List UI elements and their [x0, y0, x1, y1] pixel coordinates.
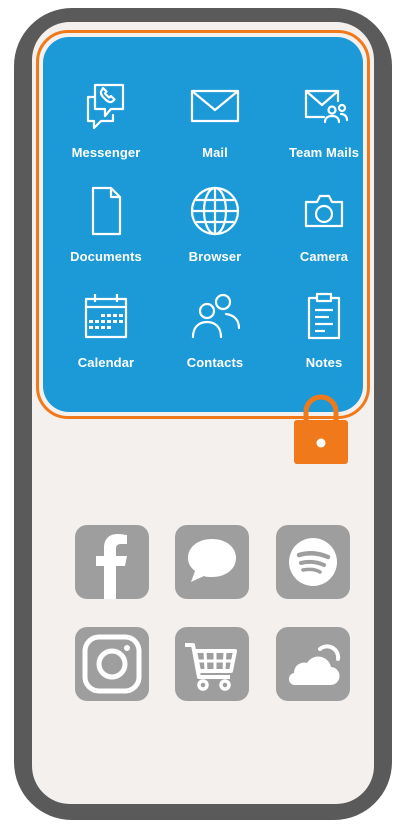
cloud-icon — [288, 644, 341, 686]
document-icon — [91, 186, 122, 236]
app-messenger[interactable]: Messenger — [54, 77, 158, 173]
chat-bubble-icon — [188, 539, 236, 582]
secure-container: Messenger Mail Team Mails Documents Brow… — [43, 37, 363, 412]
app-label-browser: Browser — [188, 249, 242, 264]
calendar-icon — [84, 294, 128, 339]
phone-screen: Messenger Mail Team Mails Documents Brow… — [32, 22, 374, 804]
mail-icon — [190, 89, 240, 123]
app-calendar[interactable]: Calendar — [54, 287, 158, 383]
contacts-icon — [191, 293, 241, 339]
instagram-icon — [82, 634, 142, 694]
shopping-cart-icon — [185, 643, 237, 691]
app-spotify[interactable] — [276, 525, 350, 599]
phone-frame: Messenger Mail Team Mails Documents Brow… — [14, 8, 392, 820]
facebook-icon — [96, 534, 127, 599]
secure-container-border: Messenger Mail Team Mails Documents Brow… — [36, 30, 370, 419]
app-cloud[interactable] — [276, 627, 350, 701]
app-facebook[interactable] — [75, 525, 149, 599]
app-contacts[interactable]: Contacts — [163, 287, 267, 383]
app-messages[interactable] — [175, 525, 249, 599]
app-label-notes: Notes — [305, 355, 343, 370]
camera-icon — [304, 194, 344, 228]
app-instagram[interactable] — [75, 627, 149, 701]
app-documents[interactable]: Documents — [54, 181, 158, 277]
app-team-mails[interactable]: Team Mails — [272, 77, 376, 173]
app-label-documents: Documents — [70, 249, 142, 264]
messenger-icon — [86, 83, 125, 130]
clipboard-icon — [307, 292, 341, 340]
app-label-camera: Camera — [299, 249, 349, 264]
app-mail[interactable]: Mail — [163, 77, 267, 173]
app-browser[interactable]: Browser — [163, 181, 267, 277]
app-shopping[interactable] — [175, 627, 249, 701]
team-mail-icon — [304, 89, 349, 124]
app-label-messenger: Messenger — [71, 145, 141, 160]
app-label-contacts: Contacts — [186, 355, 244, 370]
globe-icon — [190, 186, 240, 236]
app-label-mail: Mail — [202, 145, 228, 160]
app-notes[interactable]: Notes — [272, 287, 376, 383]
app-camera[interactable]: Camera — [272, 181, 376, 277]
app-label-team-mails: Team Mails — [288, 145, 360, 160]
app-label-calendar: Calendar — [77, 355, 135, 370]
spotify-icon — [289, 538, 337, 586]
padlock-icon — [294, 394, 348, 464]
